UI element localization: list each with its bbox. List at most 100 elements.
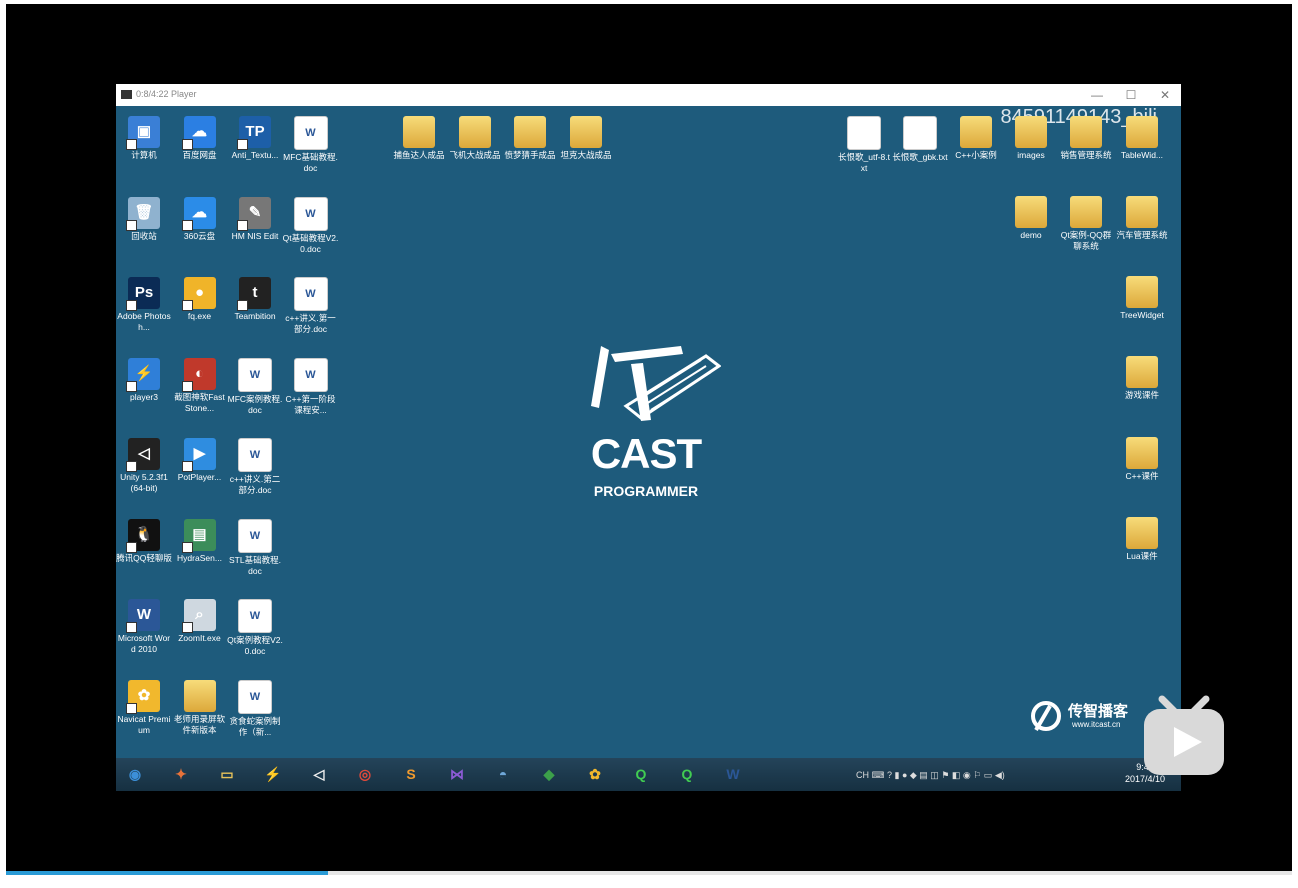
desktop-folder-icon[interactable]: 飞机大战成品 — [447, 116, 503, 161]
desktop-icon-label: 360云盘 — [183, 230, 216, 241]
desktop-icon-label: PotPlayer... — [177, 472, 222, 482]
taskbar-explorer[interactable]: ▭ — [212, 761, 242, 788]
taskbar-qt-2[interactable]: Q — [672, 761, 702, 788]
taskbar-unity[interactable]: ◁ — [304, 761, 334, 788]
taskbar-app-1[interactable]: ✦ — [166, 761, 196, 788]
desktop-icon[interactable]: ● fq.exe — [172, 277, 228, 322]
folder-icon — [1126, 116, 1158, 148]
desktop-icon[interactable]: ☁ 360云盘 — [172, 196, 228, 242]
desktop-icon-label: 愤梦猜手成品 — [504, 150, 556, 160]
desktop-icon-label: Lua课件 — [1126, 551, 1158, 561]
desktop-icon[interactable]: TreeWidget — [1114, 276, 1170, 321]
desktop-icon[interactable]: C++课件 — [1114, 437, 1170, 482]
desktop-icon-label: STL基础教程.doc — [229, 554, 281, 576]
desktop-icon[interactable]: Lua课件 — [1114, 517, 1170, 562]
desktop-icon[interactable]: 游戏课件 — [1114, 356, 1170, 401]
folder-icon — [403, 116, 435, 148]
close-button[interactable]: ✕ — [1152, 86, 1178, 104]
desktop-icon[interactable]: W Microsoft Word 2010 — [116, 599, 172, 655]
app-icon: ⚡ — [126, 357, 160, 392]
brand-url: www.itcast.cn — [1072, 720, 1121, 729]
desktop-icon[interactable]: ▤ HydraSen... — [172, 518, 228, 564]
desktop-icon[interactable]: 销售管理系统 — [1058, 116, 1114, 161]
desktop-icon[interactable]: TP Anti_Textu... — [227, 116, 283, 161]
desktop-icon[interactable]: 汽车管理系统 — [1114, 196, 1170, 241]
desktop-icon[interactable]: W Qt基础教程V2.0.doc — [283, 196, 339, 255]
desktop-icon[interactable]: Ps Adobe Photosh... — [116, 277, 172, 333]
desktop-icon[interactable]: ▣ 计算机 — [116, 116, 172, 161]
desktop: 84591149143_bili CAST PROGRAMMER 传智播客 ww… — [116, 106, 1181, 758]
desktop-icon[interactable]: Qt案例-QQ群聊系统 — [1058, 196, 1114, 252]
desktop-icon[interactable]: TableWid... — [1114, 116, 1170, 161]
itcast-logo: CAST PROGRAMMER — [571, 336, 731, 506]
title-bar[interactable]: 0:8/4:22 Player — ☐ ✕ — [116, 84, 1181, 106]
desktop-icon[interactable]: W MFC基础教程.doc — [283, 116, 339, 174]
app-icon: TP — [237, 116, 271, 150]
taskbar-visualstudio[interactable]: ⋈ — [442, 761, 472, 788]
txt-icon — [847, 116, 881, 150]
desktop-icon[interactable]: ⌕ ZoomIt.exe — [172, 599, 228, 644]
desktop-icon[interactable]: Wc++讲义.第二部分.doc — [227, 438, 283, 496]
desktop-folder-icon[interactable]: 捕鱼达人成品 — [391, 116, 447, 161]
folder-icon — [1126, 517, 1158, 549]
taskbar-chrome[interactable]: ◎ — [350, 761, 380, 788]
folder-icon — [1070, 196, 1102, 228]
desktop-icon[interactable]: 长恨歌_utf-8.txt — [836, 116, 892, 174]
start-button[interactable]: ◉ — [120, 761, 150, 788]
desktop-icon-label: player3 — [130, 391, 158, 402]
desktop-icon[interactable]: Wc++讲义.第一部分.doc — [283, 277, 339, 335]
desktop-icon[interactable]: 长恨歌_gbk.txt — [892, 116, 948, 163]
doc-icon: W — [293, 357, 328, 392]
taskbar-player3[interactable]: ⚡ — [258, 761, 288, 788]
desktop-folder-icon[interactable]: 愤梦猜手成品 — [502, 116, 558, 161]
desktop-icon[interactable]: ✎ HM NIS Edit — [227, 196, 283, 242]
app-icon: ☁ — [181, 196, 216, 231]
taskbar-app-10[interactable]: ◆ — [534, 761, 564, 788]
desktop-icon-label: 长恨歌_gbk.txt — [892, 152, 948, 162]
desktop-folder-icon[interactable]: 坦克大战成品 — [558, 116, 614, 161]
desktop-icon[interactable]: W C++第一阶段课程安... — [283, 357, 339, 416]
progress-bar[interactable] — [6, 871, 1292, 875]
desktop-icon[interactable]: ☁ 百度网盘 — [172, 116, 228, 161]
maximize-button[interactable]: ☐ — [1118, 86, 1144, 104]
desktop-icon-label: Teambition — [234, 311, 276, 321]
app-icon: ▤ — [181, 518, 216, 553]
desktop-icon[interactable]: W 贪食蛇案例制作（新... — [227, 679, 283, 738]
app-icon: W — [126, 599, 160, 633]
desktop-icon[interactable]: W MFC案例教程.doc — [227, 357, 283, 416]
progress-fill — [6, 871, 328, 875]
desktop-icon-label: 老师用录屏软件新版本 — [173, 713, 225, 735]
taskbar-sublime[interactable]: S — [396, 761, 426, 788]
app-icon: ⌕ — [181, 599, 216, 633]
camera-icon — [121, 90, 132, 99]
doc-icon: W — [293, 116, 328, 150]
desktop-icon[interactable]: C++小案例 — [948, 116, 1004, 161]
taskbar-app-9[interactable]: ◓ — [488, 761, 518, 788]
desktop-icon[interactable]: ⚡ player3 — [116, 357, 172, 403]
app-icon: 🐧 — [126, 518, 160, 553]
player-window: 0:8/4:22 Player — ☐ ✕ 84591149143_bili C… — [116, 84, 1181, 791]
desktop-icon[interactable]: 老师用录屏软件新版本 — [172, 679, 228, 736]
desktop-icon[interactable]: images — [1003, 116, 1059, 161]
itcast-brand: 传智播客 www.itcast.cn — [1028, 700, 1128, 739]
minimize-button[interactable]: — — [1084, 86, 1110, 104]
desktop-icon[interactable]: ▶ PotPlayer... — [172, 438, 228, 483]
desktop-icon-label: C++课件 — [1125, 471, 1159, 481]
desktop-icon[interactable]: ✿ Navicat Premium — [116, 679, 172, 736]
desktop-icon[interactable]: W STL基础教程.doc — [227, 518, 283, 577]
desktop-icon[interactable]: 🐧 腾讯QQ轻聊版 — [116, 518, 172, 564]
system-tray[interactable]: CH ⌨ ? ▮ ● ◆ ▤ ◫ ⚑ ◧ ◉ ⚐ ▭ ◀) — [856, 770, 1005, 781]
taskbar-word[interactable]: W — [718, 761, 748, 788]
app-icon: ◐ — [181, 357, 216, 392]
desktop-icon[interactable]: ◁ Unity 5.2.3f1 (64-bit) — [116, 438, 172, 494]
taskbar-navicat[interactable]: ✿ — [580, 761, 610, 788]
desktop-icon[interactable]: demo — [1003, 196, 1059, 241]
taskbar-qt-1[interactable]: Q — [626, 761, 656, 788]
desktop-icon[interactable]: t Teambition — [227, 277, 283, 322]
desktop-icon[interactable]: W Qt案例教程V2.0.doc — [227, 599, 283, 657]
doc-icon: W — [293, 277, 328, 311]
desktop-icon[interactable]: ◐ 截图神软FastStone... — [172, 357, 228, 414]
bilibili-play-icon[interactable] — [1140, 693, 1228, 779]
desktop-icon-label: fq.exe — [187, 311, 212, 321]
desktop-icon[interactable]: 🗑 回收站 — [116, 196, 172, 242]
